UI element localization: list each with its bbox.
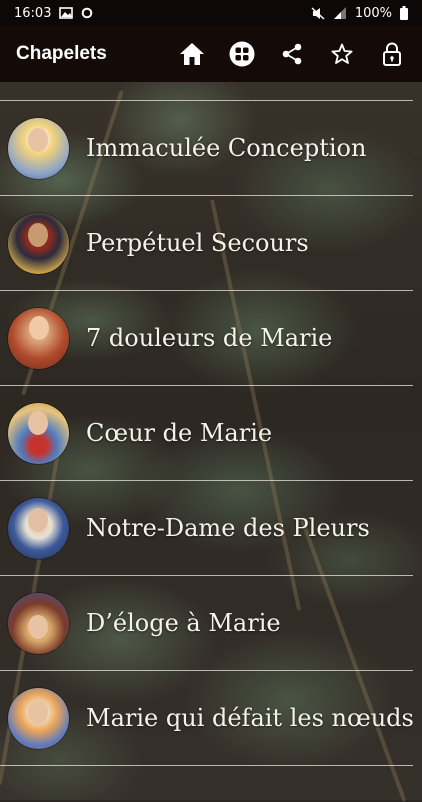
avatar (8, 687, 69, 749)
gallery-notification-icon (59, 7, 74, 19)
circle-notification-icon (81, 7, 93, 19)
mute-icon (311, 6, 325, 20)
app-title: Chapelets (16, 43, 107, 64)
avatar (8, 402, 69, 464)
list-item[interactable]: 7 douleurs de Marie (0, 291, 413, 386)
list-item-label: Notre-Dame des Pleurs (86, 514, 370, 542)
lock-button[interactable] (378, 40, 406, 68)
chapelet-list: Immaculée Conception Perpétuel Secours 7… (0, 100, 422, 766)
list-item-label: Perpétuel Secours (86, 229, 309, 257)
lock-icon (383, 42, 401, 66)
list-item-label: Immaculée Conception (86, 134, 367, 162)
list-item[interactable]: Marie qui défait les nœuds (0, 671, 414, 766)
grid-button[interactable] (228, 40, 256, 68)
list-item[interactable]: Immaculée Conception (0, 101, 413, 196)
list-item[interactable]: Perpétuel Secours (0, 196, 413, 291)
avatar (8, 307, 69, 369)
status-bar: 16:03 100% (0, 0, 422, 26)
favorite-button[interactable] (328, 40, 356, 68)
battery-percent: 100% (354, 5, 392, 21)
list-item-label: Cœur de Marie (86, 419, 273, 447)
avatar (8, 117, 69, 179)
avatar (8, 497, 69, 559)
list-item-label: D’éloge à Marie (86, 609, 281, 637)
avatar (8, 212, 69, 274)
list-item-label: 7 douleurs de Marie (86, 324, 333, 352)
home-button[interactable] (178, 40, 206, 68)
share-icon (282, 43, 302, 65)
battery-icon (400, 6, 408, 20)
list-item-label: Marie qui défait les nœuds (86, 704, 414, 732)
list-item[interactable]: Cœur de Marie (0, 386, 413, 481)
app-bar: Chapelets (0, 26, 422, 82)
share-button[interactable] (278, 40, 306, 68)
list-item[interactable]: D’éloge à Marie (0, 576, 413, 671)
star-icon (331, 43, 353, 64)
status-time: 16:03 (14, 5, 52, 21)
signal-icon (333, 7, 347, 19)
home-icon (180, 43, 204, 65)
list-item[interactable]: Notre-Dame des Pleurs (0, 481, 413, 576)
grid-icon (229, 41, 255, 67)
avatar (8, 592, 69, 654)
